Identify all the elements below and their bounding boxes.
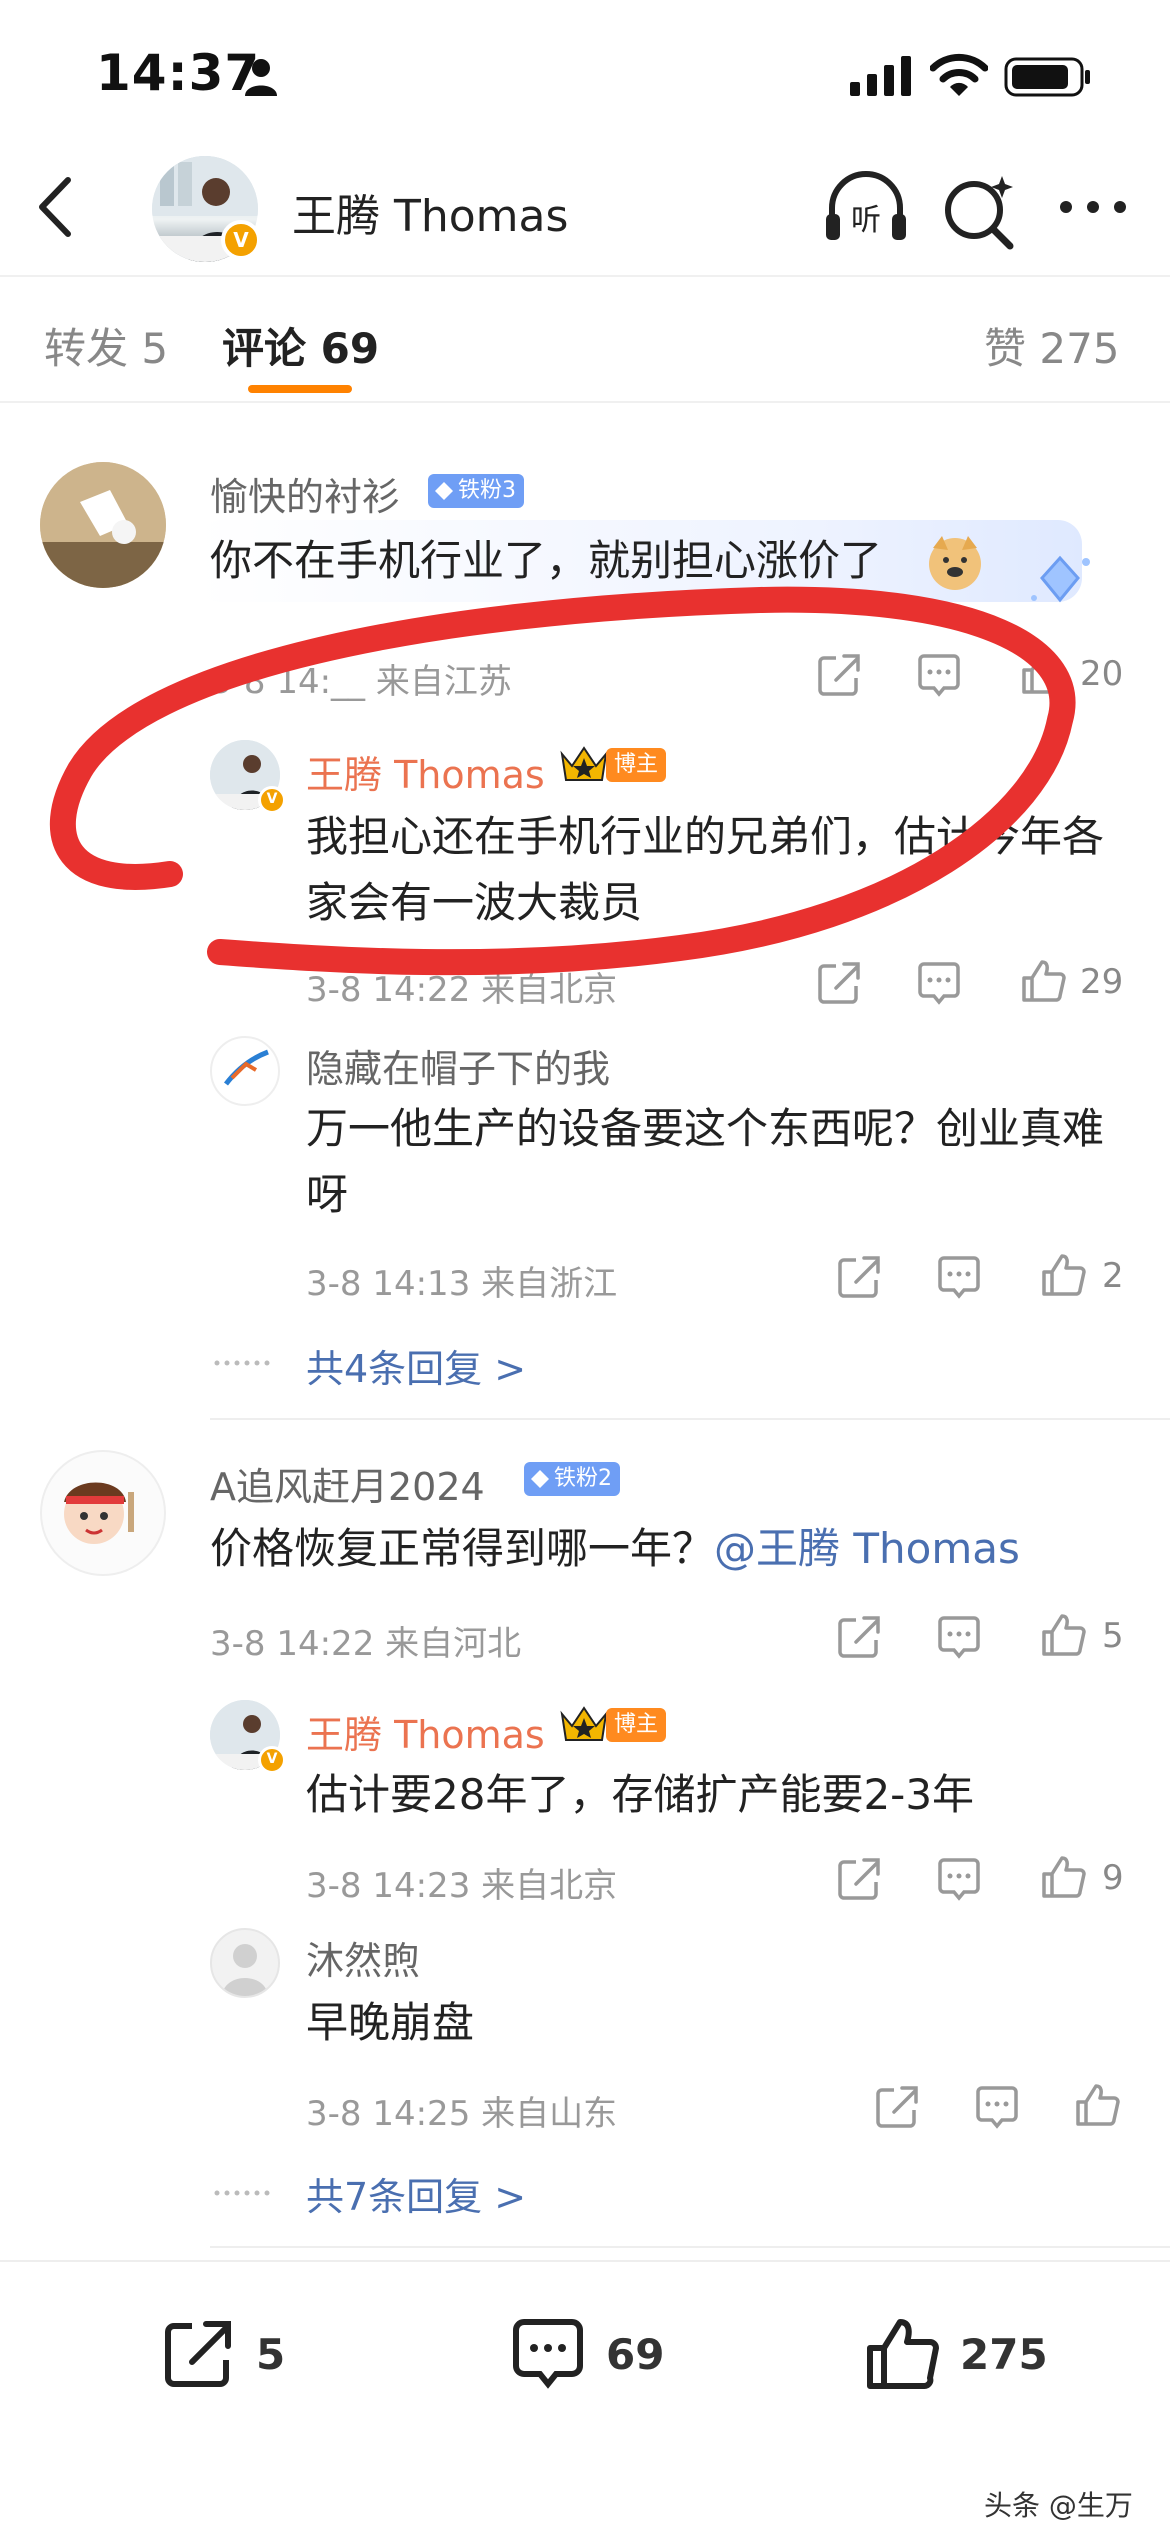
thread-dots	[214, 2190, 270, 2196]
reply-avatar[interactable]	[210, 1928, 280, 1998]
tab-comments[interactable]: 评论 69	[222, 315, 379, 376]
comment-meta: 3-8 14:__ 来自江苏	[210, 662, 512, 702]
mention-link[interactable]: @王腾 Thomas	[714, 1524, 1020, 1573]
comment-meta: 3-8 14:22 来自河北	[210, 1624, 522, 1664]
thread-dots	[214, 1360, 270, 1366]
reply-author-name[interactable]: 沐然煦	[306, 1930, 420, 1985]
like-count: 20	[1080, 654, 1124, 694]
like-count: 9	[1102, 1858, 1124, 1898]
more-replies-link[interactable]: 共4条回复 >	[306, 1338, 526, 1393]
search-icon[interactable]	[940, 170, 1020, 250]
nav-bar: V 王腾 Thomas 听	[0, 140, 1170, 275]
commenter-avatar[interactable]	[40, 462, 166, 588]
share-icon[interactable]	[834, 1612, 884, 1662]
reply-avatar[interactable]	[210, 1036, 280, 1106]
like-count: 5	[1102, 1616, 1124, 1656]
fan-badge: 铁粉3	[428, 474, 524, 508]
verified-badge: V	[258, 1746, 286, 1774]
like-total-count[interactable]: 275	[960, 2330, 1048, 2379]
more-icon[interactable]	[1056, 192, 1130, 222]
like-icon[interactable]	[1018, 956, 1068, 1006]
like-icon[interactable]	[1038, 1250, 1088, 1300]
reply-icon[interactable]	[914, 958, 964, 1008]
reply-meta: 3-8 14:25 来自山东	[306, 2094, 618, 2134]
commenter-name[interactable]: A追风赶月2024	[210, 1456, 485, 1511]
verified-badge: V	[221, 220, 261, 260]
share-icon[interactable]	[814, 650, 864, 700]
comment-divider	[210, 2246, 1170, 2248]
reply-meta: 3-8 14:22 来自北京	[306, 970, 618, 1010]
wifi-icon	[930, 53, 988, 96]
status-time: 14:37	[96, 44, 261, 102]
comment-divider	[210, 1418, 1170, 1420]
more-replies-link[interactable]: 共7条回复 >	[306, 2166, 526, 2221]
sparkle-decoration-icon	[1031, 555, 1090, 603]
back-icon[interactable]	[28, 172, 80, 242]
like-icon[interactable]	[862, 2314, 942, 2394]
fan-badge-label: 铁粉2	[554, 1466, 612, 1491]
crown-icon	[560, 1706, 608, 1741]
fan-badge-label: 铁粉3	[458, 478, 516, 503]
like-icon[interactable]	[1038, 1610, 1088, 1660]
active-tab-indicator	[248, 385, 352, 393]
like-icon[interactable]	[1018, 648, 1068, 698]
page-title: 王腾 Thomas	[292, 191, 569, 242]
host-badge: 博主	[606, 1708, 667, 1742]
reply-icon[interactable]	[972, 2082, 1022, 2132]
reply-icon[interactable]	[934, 1854, 984, 1904]
reply-text: 我担心还在手机行业的兄弟们，估计今年各家会有一波大裁员	[306, 812, 1105, 927]
reply-text: 估计要28年了，存储扩产能要2-3年	[306, 1770, 975, 1819]
doge-emoji-icon	[929, 536, 981, 590]
cellular-signal-icon	[850, 56, 911, 96]
comment-count[interactable]: 69	[606, 2330, 664, 2379]
like-count: 2	[1102, 1256, 1124, 1296]
reply-author-name[interactable]: 王腾 Thomas	[306, 744, 545, 799]
fan-badge: 铁粉2	[524, 1462, 620, 1496]
like-count: 29	[1080, 962, 1124, 1002]
reply-text: 早晚崩盘	[306, 1998, 475, 2047]
share-icon[interactable]	[814, 958, 864, 1008]
reply-meta: 3-8 14:23 来自北京	[306, 1866, 618, 1906]
battery-icon	[1004, 57, 1090, 97]
reply-icon[interactable]	[934, 1252, 984, 1302]
host-badge: 博主	[606, 748, 667, 782]
comment-text: 你不在手机行业了，就别担心涨价了	[210, 536, 883, 585]
tab-reposts[interactable]: 转发 5	[44, 315, 168, 376]
tab-bar: 转发 5 评论 69 赞 275	[0, 275, 1170, 403]
repost-count[interactable]: 5	[256, 2330, 285, 2379]
comment-text: 价格恢复正常得到哪一年？@王腾 Thomas	[210, 1516, 1150, 1582]
reply-author-name[interactable]: 王腾 Thomas	[306, 1704, 545, 1759]
comment-text-body: 价格恢复正常得到哪一年？	[210, 1524, 715, 1573]
commenter-avatar[interactable]	[40, 1450, 166, 1576]
listen-icon[interactable]: 听	[820, 162, 912, 254]
person-icon	[245, 59, 277, 96]
reply-icon[interactable]	[914, 650, 964, 700]
status-bar: 14:37	[0, 0, 1170, 140]
reply-meta: 3-8 14:13 来自浙江	[306, 1264, 618, 1304]
tab-likes[interactable]: 赞 275	[984, 315, 1120, 376]
share-icon[interactable]	[834, 1854, 884, 1904]
reply-icon[interactable]	[934, 1612, 984, 1662]
reply-text: 万一他生产的设备要这个东西呢？创业真难呀	[306, 1104, 1105, 1219]
like-icon[interactable]	[1038, 1852, 1088, 1902]
share-icon[interactable]	[834, 1252, 884, 1302]
share-icon[interactable]	[872, 2082, 922, 2132]
repost-icon[interactable]	[158, 2314, 238, 2394]
verified-badge: V	[258, 786, 286, 814]
like-icon[interactable]	[1072, 2080, 1122, 2130]
comment-icon[interactable]	[508, 2314, 588, 2394]
crown-icon	[560, 746, 608, 781]
svg-text:听: 听	[851, 203, 881, 238]
commenter-name[interactable]: 愉快的衬衫	[210, 466, 400, 521]
watermark: 头条 @生万	[984, 2489, 1133, 2522]
reply-author-name[interactable]: 隐藏在帽子下的我	[306, 1038, 610, 1093]
